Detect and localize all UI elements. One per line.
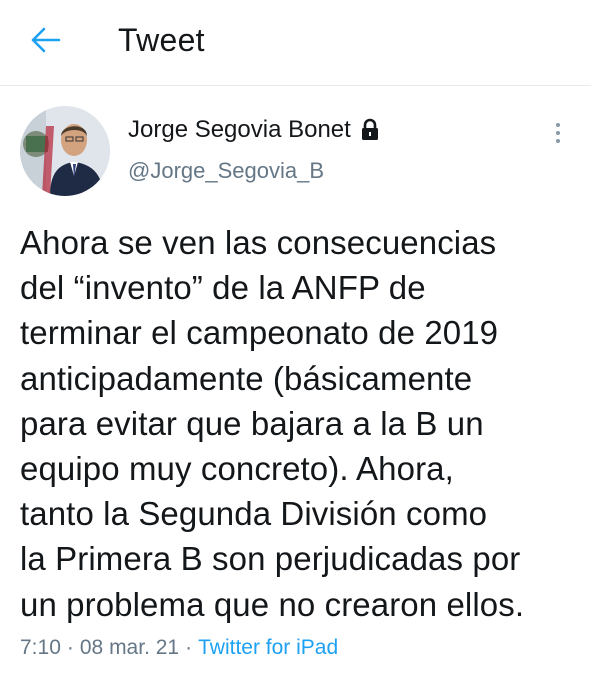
tweet-text-line: Ahora se ven las consecuencias — [20, 224, 497, 261]
tweet-time: 7:10 — [20, 636, 61, 659]
author-name[interactable]: Jorge Segovia Bonet — [128, 116, 351, 144]
tweet-text: Ahora se ven las consecuencias del “inve… — [20, 220, 580, 627]
profile-photo — [20, 106, 110, 196]
avatar[interactable] — [20, 106, 110, 196]
arrow-left-icon — [31, 27, 61, 53]
meta-separator: · — [185, 636, 193, 659]
meta-separator: · — [66, 636, 74, 659]
tweet-text-line: la Primera B son perjudicadas por — [20, 540, 521, 578]
more-vertical-icon — [556, 123, 560, 127]
tweet-date: 08 mar. 21 — [79, 636, 180, 659]
tweet-text-line: anticipadamente (básicamente — [20, 359, 473, 397]
more-dot — [556, 139, 560, 143]
more-dot — [556, 131, 560, 135]
tweet-meta: 7:10 · 08 mar. 21 · Twitter for iPad — [20, 636, 338, 660]
tweet-text-line: para evitar que bajara a la B un — [20, 404, 484, 442]
tweet-text-line: un problema que no crearon ellos. — [20, 585, 525, 623]
page-title: Tweet — [118, 22, 205, 58]
author-name-row[interactable]: Jorge Segovia Bonet — [128, 116, 381, 144]
more-options-button[interactable] — [546, 118, 570, 148]
tweet-source-link[interactable]: Twitter for iPad — [198, 636, 338, 660]
author-handle[interactable]: @Jorge_Segovia_B — [128, 158, 324, 184]
back-button[interactable] — [22, 20, 70, 60]
tweet-text-line: equipo muy concreto). Ahora, — [20, 450, 454, 488]
tweet-text-line: del “invento” de la ANFP de — [20, 269, 426, 307]
tweet-text-line: terminar el campeonato de 2019 — [20, 314, 499, 352]
top-app-bar: Tweet — [0, 0, 591, 86]
tweet-text-line: tanto la Segunda División como — [20, 495, 488, 533]
lock-icon — [361, 118, 378, 140]
